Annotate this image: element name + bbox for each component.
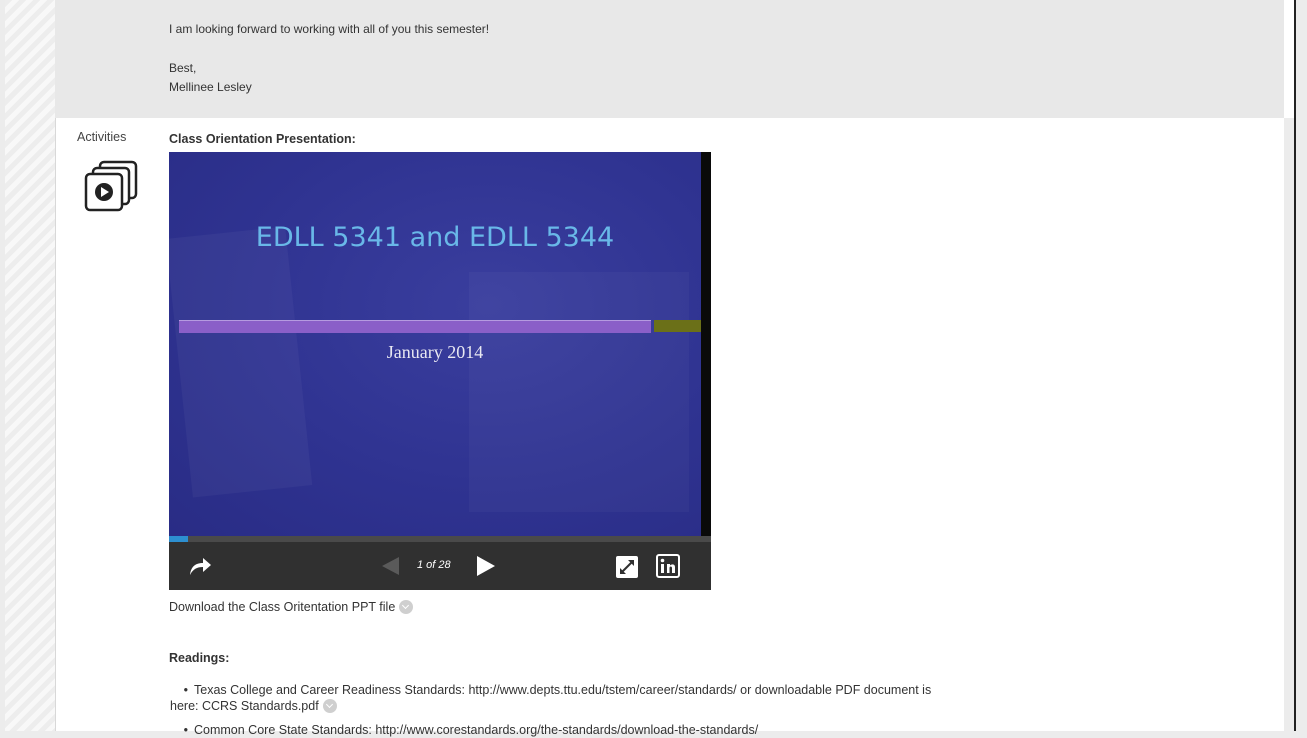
list-item: • Texas College and Career Readiness Stan…: [170, 683, 932, 713]
slide-subtitle: January 2014: [386, 342, 484, 362]
activity-slides-icon[interactable]: [82, 158, 140, 212]
reading-text: Texas College and Career Readiness Stand…: [194, 683, 932, 697]
linkedin-icon[interactable]: [656, 554, 680, 578]
reading-text: Common Core State Standards: http://www.…: [194, 723, 759, 737]
viewer-controls: 1 of 28: [169, 542, 711, 590]
share-arrow-icon[interactable]: [187, 554, 213, 578]
list-item: • Common Core State Standards: http://www…: [183, 723, 759, 737]
reading-text[interactable]: here: CCRS Standards.pdf: [170, 699, 319, 713]
slide-divider-bar: [179, 320, 651, 333]
readings-heading: Readings:: [169, 651, 230, 665]
slide-decoration: [469, 272, 689, 512]
left-rail: [5, 0, 56, 731]
chevron-down-circle-icon[interactable]: [399, 600, 414, 614]
download-link-text[interactable]: Download the Class Oritentation PPT file: [169, 600, 395, 614]
slide-edge: [701, 152, 711, 536]
message-signature: Mellinee Lesley: [169, 80, 252, 94]
slide-canvas[interactable]: EDLL 5341 and EDLL 5344 January 2014: [169, 152, 701, 536]
message-line: I am looking forward to working with all…: [169, 22, 490, 36]
presentation-heading: Class Orientation Presentation:: [169, 132, 356, 146]
announcement-block: I am looking forward to working with all…: [55, 0, 1284, 118]
triangle-right-icon[interactable]: [475, 554, 497, 578]
expand-icon[interactable]: [616, 556, 638, 578]
right-gutter: [1284, 118, 1294, 731]
triangle-left-icon[interactable]: [379, 556, 401, 576]
activities-label: Activities: [77, 130, 127, 144]
slide-title: EDLL 5341 and EDLL 5344: [255, 222, 615, 253]
download-link[interactable]: Download the Class Oritentation PPT file: [169, 600, 414, 614]
chevron-down-circle-icon[interactable]: [322, 699, 337, 713]
slide-viewer[interactable]: EDLL 5341 and EDLL 5344 January 2014 1 o…: [169, 152, 711, 590]
slide-divider-accent: [654, 320, 701, 332]
message-closing: Best,: [169, 61, 197, 75]
page-counter: 1 of 28: [417, 559, 451, 571]
